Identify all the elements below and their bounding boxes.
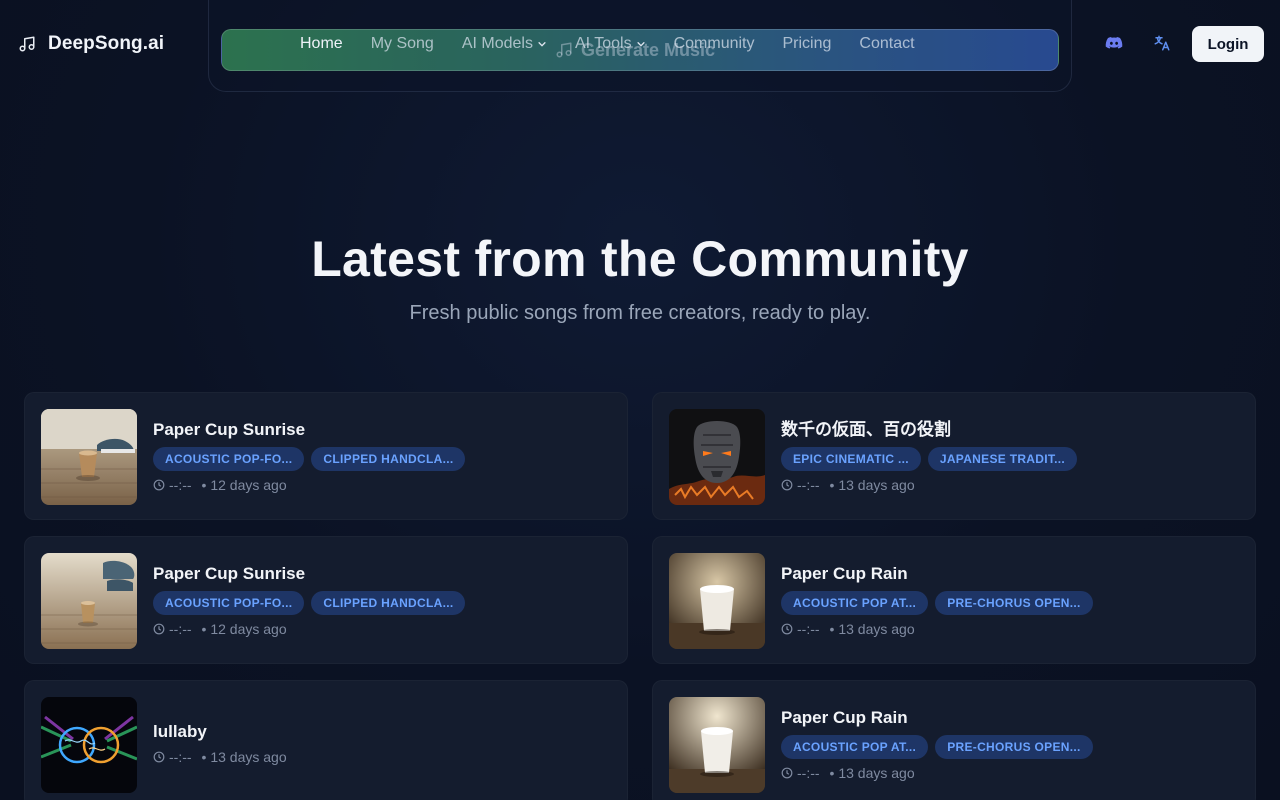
style-tag[interactable]: CLIPPED HANDCLA... (311, 591, 466, 615)
nav-ai-tools[interactable]: AI Tools (575, 35, 646, 53)
nav-community[interactable]: Community (674, 35, 755, 53)
song-duration: --:-- (797, 621, 820, 637)
song-cover (41, 409, 137, 505)
song-info: lullaby --:-- • 13 days ago (153, 721, 611, 765)
song-duration: --:-- (169, 477, 192, 493)
song-cover (669, 553, 765, 649)
style-tag[interactable]: PRE-CHORUS OPEN... (935, 591, 1093, 615)
song-duration: --:-- (169, 749, 192, 765)
song-card[interactable]: 数千の仮面、百の役割 EPIC CINEMATIC ... JAPANESE T… (652, 392, 1256, 520)
song-meta: --:-- • 12 days ago (153, 621, 611, 637)
login-button[interactable]: Login (1192, 26, 1264, 62)
stone-mask-cover-image (669, 409, 765, 505)
song-age: • 12 days ago (201, 477, 287, 493)
chevron-down-icon (637, 42, 645, 47)
song-meta: --:-- • 13 days ago (781, 477, 1239, 493)
style-tag[interactable]: CLIPPED HANDCLA... (311, 447, 466, 471)
song-meta: --:-- • 13 days ago (781, 765, 1239, 781)
nav-pricing[interactable]: Pricing (783, 35, 832, 53)
song-age: • 13 days ago (829, 621, 915, 637)
song-tags: ACOUSTIC POP-FO... CLIPPED HANDCLA... (153, 447, 611, 471)
song-title[interactable]: Paper Cup Sunrise (153, 563, 611, 585)
song-tags: EPIC CINEMATIC ... JAPANESE TRADIT... (781, 447, 1239, 471)
nav-home[interactable]: Home (300, 35, 343, 53)
song-duration: --:-- (797, 477, 820, 493)
song-cover (669, 697, 765, 793)
song-meta: --:-- • 13 days ago (153, 749, 611, 765)
song-cover (41, 697, 137, 793)
nav-ai-tools-label: AI Tools (574, 35, 632, 52)
nav-ai-models[interactable]: AI Models (462, 35, 547, 53)
song-card[interactable]: lullaby --:-- • 13 days ago (24, 680, 628, 800)
nav-ai-models-label: AI Models (461, 35, 533, 52)
style-tag[interactable]: ACOUSTIC POP AT... (781, 735, 929, 759)
paper-cup-cover-image (669, 697, 765, 793)
song-info: Paper Cup Rain ACOUSTIC POP AT... PRE-CH… (781, 707, 1239, 781)
clock-icon (781, 623, 793, 635)
nav-my-song[interactable]: My Song (371, 35, 434, 53)
clock-icon (153, 623, 165, 635)
style-tag[interactable]: ACOUSTIC POP AT... (781, 591, 929, 615)
clock-icon (153, 479, 165, 491)
clock-icon (781, 767, 793, 779)
style-tag[interactable]: ACOUSTIC POP-FO... (153, 447, 305, 471)
song-info: Paper Cup Rain ACOUSTIC POP AT... PRE-CH… (781, 563, 1239, 637)
nav-contact-label: Contact (859, 35, 915, 52)
paper-cup-cover-image (41, 409, 137, 505)
nav-contact[interactable]: Contact (859, 35, 914, 53)
music-note-icon (19, 36, 35, 52)
brand-name: DeepSong.ai (48, 33, 165, 54)
song-cover (41, 553, 137, 649)
song-info: Paper Cup Sunrise ACOUSTIC POP-FO... CLI… (153, 419, 611, 493)
song-tags: ACOUSTIC POP-FO... CLIPPED HANDCLA... (153, 591, 611, 615)
brand[interactable]: DeepSong.ai (18, 32, 164, 56)
song-title[interactable]: Paper Cup Sunrise (153, 419, 611, 441)
song-duration: --:-- (797, 765, 820, 781)
style-tag[interactable]: JAPANESE TRADIT... (927, 447, 1078, 471)
song-tags: ACOUSTIC POP AT... PRE-CHORUS OPEN... (781, 735, 1239, 759)
nav-pricing-label: Pricing (782, 35, 832, 52)
song-title[interactable]: 数千の仮面、百の役割 (781, 419, 1239, 441)
song-tags: ACOUSTIC POP AT... PRE-CHORUS OPEN... (781, 591, 1239, 615)
paper-cup-cover-image (41, 553, 137, 649)
main-nav: Home My Song AI Models AI Tools Communit… (300, 32, 915, 56)
style-tag[interactable]: ACOUSTIC POP-FO... (153, 591, 305, 615)
song-age: • 13 days ago (829, 477, 915, 493)
song-title[interactable]: Paper Cup Rain (781, 707, 1239, 729)
style-tag[interactable]: EPIC CINEMATIC ... (781, 447, 921, 471)
song-meta: --:-- • 12 days ago (153, 477, 611, 493)
song-card[interactable]: Paper Cup Sunrise ACOUSTIC POP-FO... CLI… (24, 392, 628, 520)
paper-cup-cover-image (669, 553, 765, 649)
song-age: • 12 days ago (201, 621, 287, 637)
nav-my-song-label: My Song (370, 35, 434, 52)
song-cover (669, 409, 765, 505)
section-subtitle: Fresh public songs from free creators, r… (409, 302, 871, 324)
song-title[interactable]: Paper Cup Rain (781, 563, 1239, 585)
song-card[interactable]: Paper Cup Rain ACOUSTIC POP AT... PRE-CH… (652, 536, 1256, 664)
discord-icon[interactable] (1105, 34, 1123, 52)
clock-icon (153, 751, 165, 763)
nav-community-label: Community (673, 35, 755, 52)
song-duration: --:-- (169, 621, 192, 637)
nav-home-label: Home (300, 35, 343, 52)
chevron-down-icon (538, 42, 546, 47)
song-info: Paper Cup Sunrise ACOUSTIC POP-FO... CLI… (153, 563, 611, 637)
clock-icon (781, 479, 793, 491)
song-meta: --:-- • 13 days ago (781, 621, 1239, 637)
style-tag[interactable]: PRE-CHORUS OPEN... (935, 735, 1093, 759)
song-card[interactable]: Paper Cup Rain ACOUSTIC POP AT... PRE-CH… (652, 680, 1256, 800)
section-title: Latest from the Community (311, 231, 969, 287)
song-age: • 13 days ago (201, 749, 287, 765)
song-info: 数千の仮面、百の役割 EPIC CINEMATIC ... JAPANESE T… (781, 419, 1239, 493)
translate-icon[interactable] (1153, 34, 1171, 52)
glowing-orbs-cover-image (41, 697, 137, 793)
song-card[interactable]: Paper Cup Sunrise ACOUSTIC POP-FO... CLI… (24, 536, 628, 664)
song-age: • 13 days ago (829, 765, 915, 781)
song-title[interactable]: lullaby (153, 721, 611, 743)
